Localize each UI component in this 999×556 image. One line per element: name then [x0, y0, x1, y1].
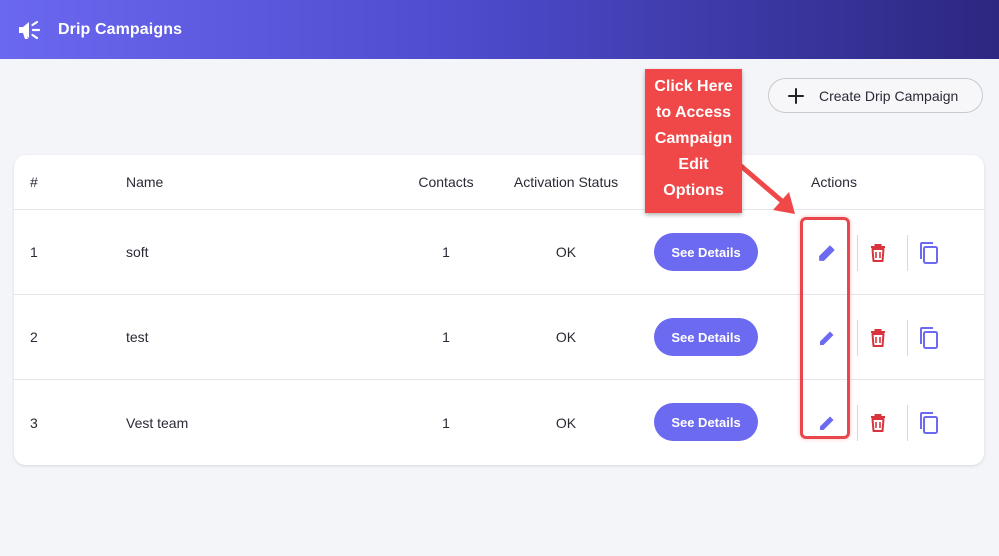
callout-line: Click Here [654, 78, 733, 95]
column-header-activation-status: Activation Status [513, 174, 619, 190]
row-status: OK [555, 414, 577, 431]
row-number: 2 [30, 329, 38, 345]
copy-icon[interactable] [912, 406, 946, 440]
callout-arrow-icon [738, 163, 795, 214]
trash-icon[interactable] [861, 321, 895, 355]
row-status: OK [555, 244, 577, 260]
create-drip-campaign-button[interactable]: Create Drip Campaign [768, 78, 983, 113]
trash-icon[interactable] [861, 236, 895, 270]
megaphone-icon [16, 18, 46, 42]
action-divider [857, 320, 858, 356]
row-number: 3 [30, 414, 38, 431]
column-header-number: # [30, 174, 38, 190]
column-header-name: Name [126, 174, 164, 190]
annotation-callout: Click Here to Access Campaign Edit Optio… [645, 69, 742, 213]
action-divider [857, 235, 858, 271]
callout-line: Edit [678, 156, 709, 173]
column-header-contacts: Contacts [418, 174, 474, 190]
action-divider [907, 405, 908, 441]
see-details-button[interactable]: See Details [654, 233, 758, 271]
trash-icon[interactable] [861, 406, 895, 440]
see-details-button[interactable]: See Details [654, 318, 758, 356]
edit-actions-highlight [800, 217, 850, 439]
app-header: Drip Campaigns [0, 0, 999, 59]
see-details-button[interactable]: See Details [654, 403, 758, 441]
copy-icon[interactable] [912, 236, 946, 270]
callout-line: to Access [656, 104, 731, 121]
page-title: Drip Campaigns [58, 20, 183, 38]
row-contacts: 1 [442, 329, 450, 345]
copy-icon[interactable] [912, 321, 946, 355]
action-divider [907, 320, 908, 356]
row-name: Vest team [126, 414, 189, 431]
row-name: soft [126, 244, 149, 260]
callout-line: Campaign [654, 130, 733, 147]
table-header: # Name Contacts Activation Status Action… [14, 155, 984, 210]
row-number: 1 [30, 244, 38, 260]
row-name: test [126, 329, 149, 345]
row-contacts: 1 [442, 414, 450, 431]
column-header-actions: Actions [811, 174, 857, 190]
plus-icon [787, 87, 805, 105]
callout-line: Options [663, 182, 724, 199]
row-status: OK [555, 329, 577, 345]
action-divider [907, 235, 908, 271]
row-contacts: 1 [442, 244, 450, 260]
action-divider [857, 405, 858, 441]
create-button-label: Create Drip Campaign [819, 87, 959, 104]
